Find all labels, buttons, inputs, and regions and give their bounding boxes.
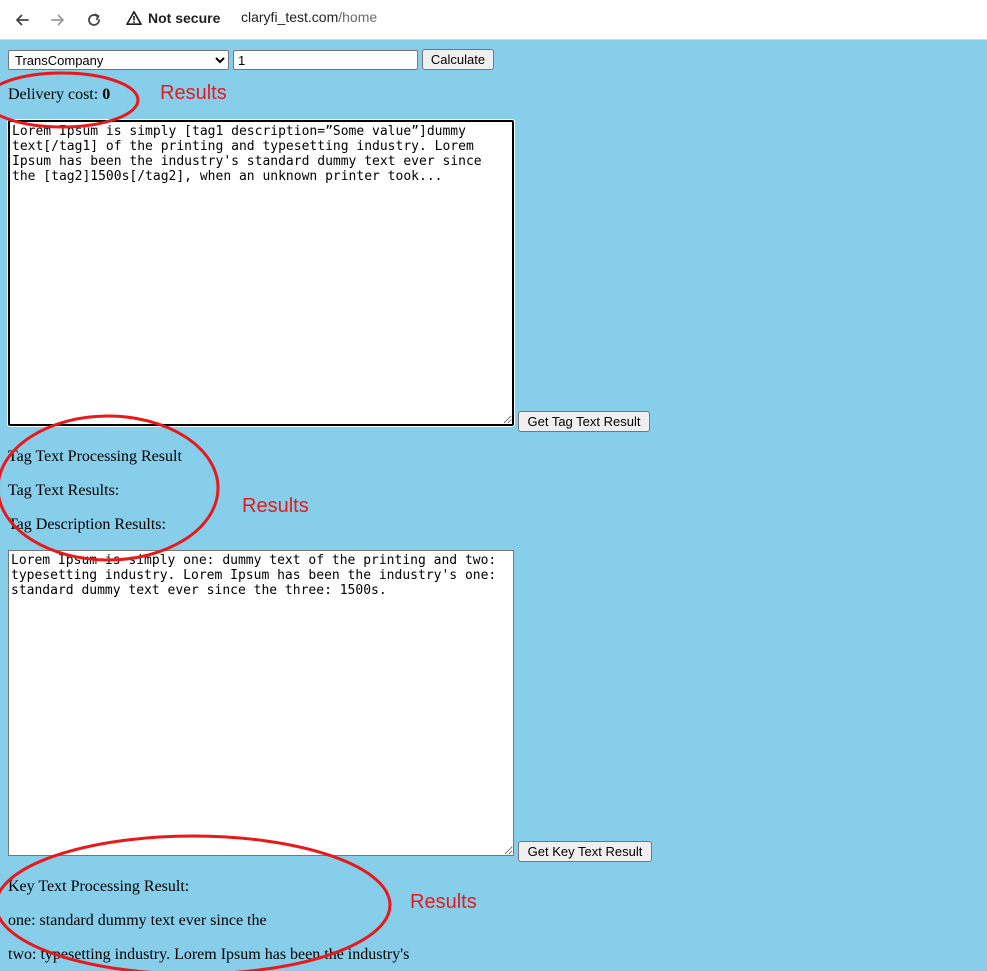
annotation-label: Results xyxy=(242,495,309,517)
get-tag-text-result-button[interactable]: Get Tag Text Result xyxy=(518,411,650,432)
get-key-text-result-button[interactable]: Get Key Text Result xyxy=(518,841,652,862)
delivery-cost-value: 0 xyxy=(102,86,111,103)
tag-text-results-label: Tag Text Results: xyxy=(8,482,120,499)
key-result-line: two: typesetting industry. Lorem Ipsum h… xyxy=(8,946,410,963)
tag-description-results-label: Tag Description Results: xyxy=(8,516,166,533)
annotation-label: Results xyxy=(160,82,227,104)
quantity-input[interactable] xyxy=(233,50,418,70)
security-label: Not secure xyxy=(148,10,221,26)
url-host: claryfi_test.com xyxy=(241,9,339,25)
reload-icon[interactable] xyxy=(81,7,107,33)
warning-icon xyxy=(126,11,142,25)
calculate-button[interactable]: Calculate xyxy=(422,49,494,70)
url-path: /home xyxy=(338,9,378,25)
key-text-input[interactable]: Lorem Ipsum is simply one: dummy text of… xyxy=(8,550,514,856)
key-result-line: one: standard dummy text ever since the xyxy=(8,912,267,929)
key-processing-heading: Key Text Processing Result: xyxy=(8,878,190,895)
annotation-label: Results xyxy=(410,891,477,913)
browser-toolbar: Not secure claryfi_test.com/home xyxy=(0,0,987,40)
company-select[interactable]: TransCompany xyxy=(8,50,229,70)
forward-arrow-icon[interactable] xyxy=(45,7,71,33)
delivery-cost-label: Delivery cost: xyxy=(8,86,103,103)
security-indicator[interactable]: Not secure xyxy=(120,4,220,32)
back-arrow-icon[interactable] xyxy=(9,7,35,33)
delivery-cost: Delivery cost: 0 xyxy=(8,86,110,104)
tag-processing-heading: Tag Text Processing Result xyxy=(8,448,182,465)
address-bar[interactable]: claryfi_test.com/home xyxy=(241,9,377,25)
tag-text-input[interactable]: Lorem Ipsum is simply [tag1 description=… xyxy=(7,119,515,427)
